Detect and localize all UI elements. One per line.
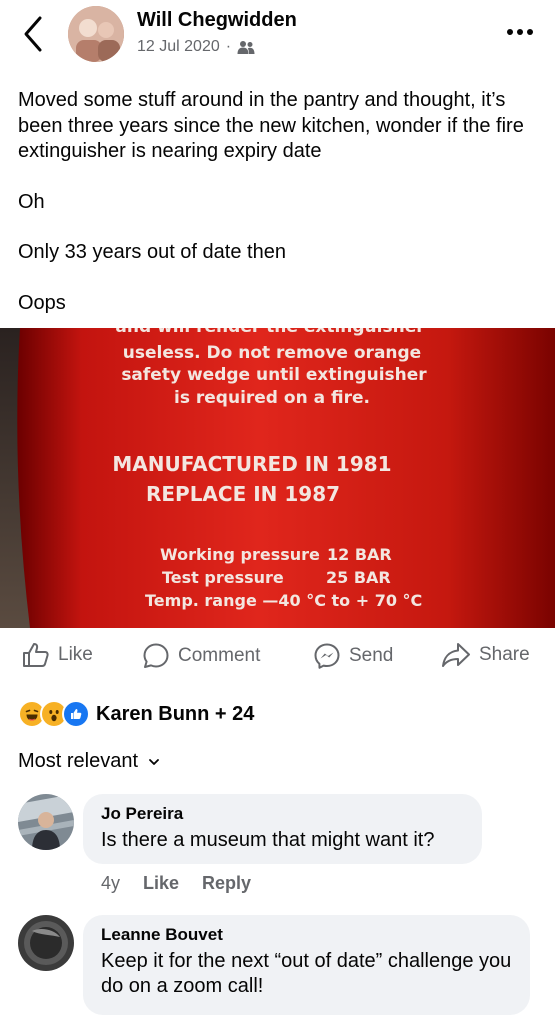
post-paragraph: Oh [18, 190, 45, 213]
friends-icon [237, 41, 255, 54]
send-label: Send [349, 645, 394, 666]
post-paragraph: Moved some stuff around in the pantry an… [18, 89, 524, 162]
chevron-left-icon [24, 16, 42, 52]
action-bar: Like Comment Send Share [0, 628, 555, 686]
comment-reply-button[interactable]: Reply [202, 873, 251, 894]
post-photo[interactable]: and will render the extinguisher useless… [0, 328, 555, 628]
post-paragraph: Only 33 years out of date then [18, 241, 286, 263]
thumbs-up-icon [23, 643, 49, 667]
back-button[interactable] [18, 14, 48, 54]
messenger-icon [314, 643, 340, 669]
comment-like-button[interactable]: Like [143, 873, 179, 894]
photo-text: 25 BAR [326, 568, 391, 587]
photo-text: 12 BAR [327, 545, 392, 564]
comment-icon [143, 643, 169, 668]
reactions-text[interactable]: Karen Bunn + 24 [96, 703, 254, 726]
more-icon [507, 29, 533, 35]
comment-button[interactable]: Comment [142, 642, 260, 670]
comment-text: Keep it for the next “out of date” chall… [101, 950, 512, 997]
photo-text: MANUFACTURED IN 1981 [112, 452, 391, 476]
share-button[interactable]: Share [441, 642, 530, 668]
post-date[interactable]: 12 Jul 2020 [137, 38, 220, 56]
photo-text: is required on a fire. [174, 388, 370, 408]
post-text: Moved some stuff around in the pantry an… [18, 88, 543, 316]
photo-text: safety wedge until extinguisher [121, 365, 427, 385]
comment-age: 4y [101, 873, 121, 893]
post-meta: 12 Jul 2020 · [137, 38, 255, 56]
sort-label: Most relevant [18, 750, 139, 772]
comment-label: Comment [178, 645, 261, 666]
like-button[interactable]: Like [22, 642, 93, 668]
author-name[interactable]: Will Chegwidden [137, 9, 297, 32]
post-paragraph: Oops [18, 291, 66, 314]
photo-text: Temp. range —40 °C to + 70 °C [145, 591, 422, 610]
photo-text: useless. Do not remove orange [123, 343, 421, 363]
comment-sort-dropdown[interactable]: Most relevant [18, 750, 160, 773]
photo-text: REPLACE IN 1987 [146, 482, 340, 506]
commenter-name[interactable]: Leanne Bouvet [101, 925, 512, 945]
photo-text: Test pressure [162, 568, 284, 587]
more-options-button[interactable] [504, 22, 540, 42]
like-label: Like [58, 644, 93, 665]
reactions-summary[interactable]: Karen Bunn + 24 [18, 700, 254, 728]
meta-separator: · [225, 38, 232, 55]
commenter-avatar[interactable] [18, 915, 74, 971]
share-label: Share [479, 644, 530, 665]
comment-text: Is there a museum that might want it? [101, 829, 435, 851]
commenter-name[interactable]: Jo Pereira [101, 804, 464, 824]
send-button[interactable]: Send [313, 642, 393, 670]
photo-text: Working pressure [160, 545, 320, 564]
post-header: Will Chegwidden 12 Jul 2020 · [0, 0, 555, 72]
photo-text: and will render the extinguisher [115, 328, 425, 337]
commenter-avatar[interactable] [18, 794, 74, 850]
comment-bubble: Jo Pereira Is there a museum that might … [83, 794, 482, 864]
like-reaction-icon [62, 700, 90, 728]
share-icon [442, 643, 470, 667]
author-avatar[interactable] [68, 6, 124, 62]
comment-bubble: Leanne Bouvet Keep it for the next “out … [83, 915, 530, 1015]
comment-meta: 4y Like Reply [101, 873, 251, 894]
chevron-down-icon [149, 758, 159, 765]
